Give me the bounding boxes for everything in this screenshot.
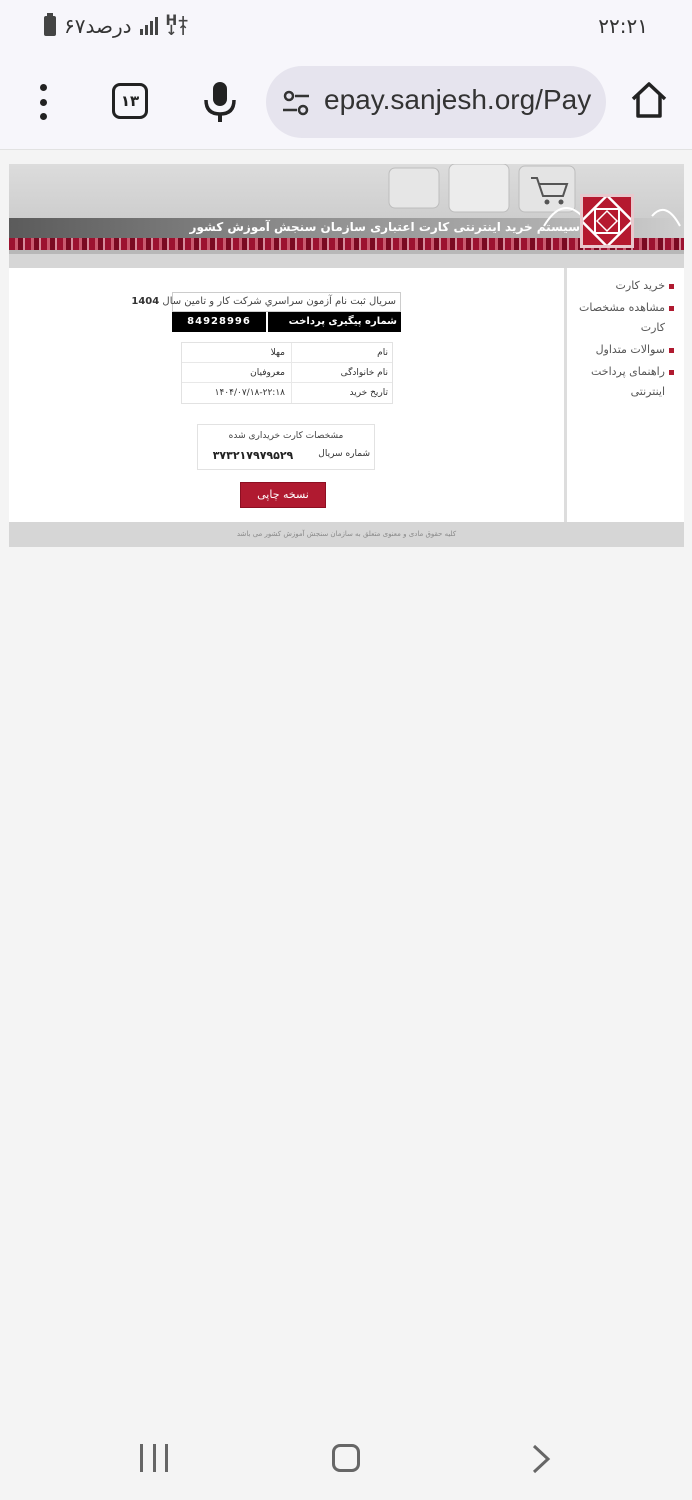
card-serial-value: ۳۷۳۲۱۷۹۷۹۵۲۹ (212, 449, 294, 462)
sidebar-item-payment-guide[interactable]: راهنمای پرداخت اینترنتی (567, 362, 684, 402)
sidebar-menu: خرید کارت مشاهده مشخصات کارت سوالات متدا… (564, 268, 684, 522)
page-footer: کلیه حقوق مادی و معنوی متعلق به سازمان س… (9, 522, 684, 547)
web-page: سیستم خرید اینترنتی کارت اعتباری سازمان … (9, 164, 684, 547)
site-settings-icon[interactable] (282, 90, 310, 116)
tracking-row: 84928996 شماره پیگیری پرداخت (172, 312, 401, 332)
sidebar-item-buy-card[interactable]: خرید کارت (567, 276, 684, 296)
table-row: ۱۴۰۴/۰۷/۱۸-۲۲:۱۸ تاریخ خرید (182, 383, 392, 403)
buyer-info-table: مهلا نام معروفیان نام خانوادگی ۱۴۰۴/۰۷/۱… (181, 342, 393, 404)
sidebar-item-view-card[interactable]: مشاهده مشخصات کارت (567, 298, 684, 338)
bullet-icon (669, 370, 674, 375)
signal-icon (139, 17, 158, 35)
status-bar: ۶۷درصد H+ ↓↑ ۲۲:۲۱ (0, 0, 692, 56)
main-content: سریال ثبت نام آزمون سراسري شرکت کار و تا… (9, 268, 564, 522)
card-title: مشخصات کارت خریداری شده (228, 431, 344, 441)
home-nav-icon[interactable] (332, 1444, 360, 1472)
table-row: مهلا نام (182, 343, 392, 363)
clock: ۲۲:۲۱ (598, 14, 648, 38)
data-arrows-icon: H+ ↓↑ (165, 13, 189, 39)
recents-icon[interactable] (140, 1444, 168, 1472)
more-options-icon[interactable] (38, 84, 48, 120)
card-serial-row: ۳۷۳۲۱۷۹۷۹۵۲۹ شماره سریال (198, 449, 374, 462)
bullet-icon (669, 284, 674, 289)
battery-icon (44, 13, 56, 36)
status-left: ۶۷درصد H+ ↓↑ (44, 13, 189, 39)
battery-text: ۶۷درصد (64, 14, 132, 38)
sidebar-item-faq[interactable]: سوالات متداول (567, 340, 684, 360)
bullet-icon (669, 306, 674, 311)
system-nav-bar (0, 1420, 692, 1500)
card-serial-label: شماره سریال (318, 449, 370, 459)
url-text[interactable]: epay.sanjesh.org/Pay (324, 84, 591, 116)
microphone-icon[interactable] (200, 80, 240, 124)
serial-box: سریال ثبت نام آزمون سراسري شرکت کار و تا… (131, 292, 401, 332)
back-icon[interactable] (528, 1444, 552, 1474)
tracking-label: شماره پیگیری پرداخت (288, 316, 397, 327)
purchased-card-box: مشخصات کارت خریداری شده ۳۷۳۲۱۷۹۷۹۵۲۹ شما… (197, 424, 375, 470)
address-bar[interactable]: epay.sanjesh.org/Pay (266, 66, 606, 138)
home-icon[interactable] (630, 80, 668, 120)
serial-title: سریال ثبت نام آزمون سراسري شرکت کار و تا… (131, 292, 401, 312)
header-banner: سیستم خرید اینترنتی کارت اعتباری سازمان … (9, 164, 684, 254)
banner-title: سیستم خرید اینترنتی کارت اعتباری سازمان … (189, 220, 580, 234)
bullet-icon (669, 348, 674, 353)
table-row: معروفیان نام خانوادگی (182, 363, 392, 383)
print-button[interactable]: نسخه چاپی (240, 482, 326, 508)
browser-toolbar: ۱۳ epay.sanjesh.org/Pay (0, 56, 692, 150)
tracking-number: 84928996 (172, 312, 268, 332)
tab-switcher-button[interactable]: ۱۳ (112, 83, 148, 119)
sanjesh-logo (579, 193, 635, 249)
